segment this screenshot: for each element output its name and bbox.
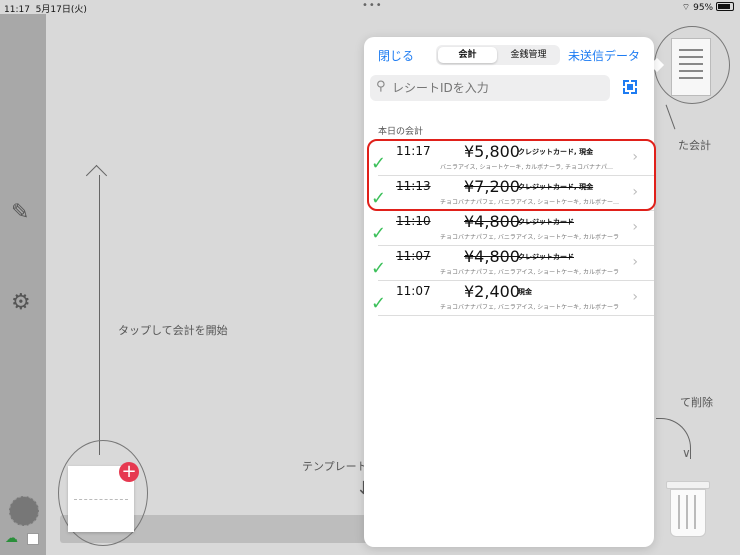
row-time: 11:07	[396, 249, 431, 263]
row-items: チョコバナナパフェ, バニラアイス, ショートケーキ, カルボナーラ	[440, 234, 619, 241]
add-icon[interactable]: +	[119, 462, 139, 482]
template-hint: テンプレート	[302, 460, 368, 473]
edit-icon[interactable]: ✎	[11, 200, 29, 225]
receipt-icon[interactable]	[671, 38, 711, 96]
chevron-right-icon: ›	[632, 289, 638, 305]
curve-arrow-tip: ∨	[682, 446, 691, 460]
battery-icon	[716, 2, 734, 11]
status-right: ⌔ 95%	[682, 2, 734, 13]
delete-hint: て削除	[680, 396, 713, 409]
segment-cash-management[interactable]: 金銭管理	[499, 47, 558, 63]
row-amount: ¥2,400	[464, 282, 520, 301]
highlight-annotation	[367, 139, 656, 211]
segmented-control: 会計 金銭管理	[436, 45, 560, 65]
trash-icon[interactable]	[666, 481, 710, 537]
checkout-history-popover: 閉じる 会計 金銭管理 未送信データ ⚲ 本日の会計 ✓ 11:17 ¥5,80…	[364, 37, 654, 547]
list-item[interactable]: ✓ 11:10 ¥4,800 クレジットカード チョコバナナパフェ, バニラアイ…	[371, 211, 654, 246]
multitask-dots[interactable]: •••	[362, 0, 383, 11]
row-time: 11:10	[396, 214, 431, 228]
chevron-right-icon: ›	[632, 219, 638, 235]
search-icon: ⚲	[376, 79, 386, 94]
gear-icon[interactable]: ⚙	[11, 290, 31, 315]
left-sidebar	[0, 14, 46, 555]
list-item[interactable]: ✓ 11:07 ¥2,400 現金 チョコバナナパフェ, バニラアイス, ショー…	[371, 281, 654, 316]
row-payment: クレジットカード	[518, 218, 574, 226]
check-icon: ✓	[371, 258, 387, 279]
check-icon: ✓	[371, 293, 387, 314]
start-hint: タップして会計を開始	[118, 324, 228, 337]
receipt-search-bar: ⚲	[370, 75, 610, 101]
status-bar: 11:17 5月17日(火) ••• ⌔ 95%	[0, 0, 740, 15]
receipt-id-input[interactable]	[392, 78, 602, 98]
row-payment: クレジットカード	[518, 253, 574, 261]
receipt-hint: た会計	[678, 139, 711, 152]
scan-icon[interactable]	[623, 80, 637, 94]
row-time: 11:07	[396, 284, 431, 298]
check-icon: ✓	[371, 223, 387, 244]
section-title: 本日の会計	[378, 127, 424, 137]
arrow-line	[99, 175, 100, 455]
unsent-data-button[interactable]: 未送信データ	[568, 47, 640, 64]
small-square-icon	[27, 533, 39, 545]
close-button[interactable]: 閉じる	[378, 47, 414, 64]
row-amount: ¥4,800	[464, 212, 520, 231]
chevron-right-icon: ›	[632, 254, 638, 270]
list-item[interactable]: ✓ 11:07 ¥4,800 クレジットカード チョコバナナパフェ, バニラアイ…	[371, 246, 654, 281]
row-payment: 現金	[518, 288, 532, 296]
segment-checkout[interactable]: 会計	[438, 47, 497, 63]
row-amount: ¥4,800	[464, 247, 520, 266]
row-items: チョコバナナパフェ, バニラアイス, ショートケーキ, カルボナーラ	[440, 304, 619, 311]
cloud-sync-icon: ☁	[5, 531, 18, 546]
row-items: チョコバナナパフェ, バニラアイス, ショートケーキ, カルボナーラ	[440, 269, 619, 276]
profile-circle-button[interactable]	[9, 496, 39, 526]
